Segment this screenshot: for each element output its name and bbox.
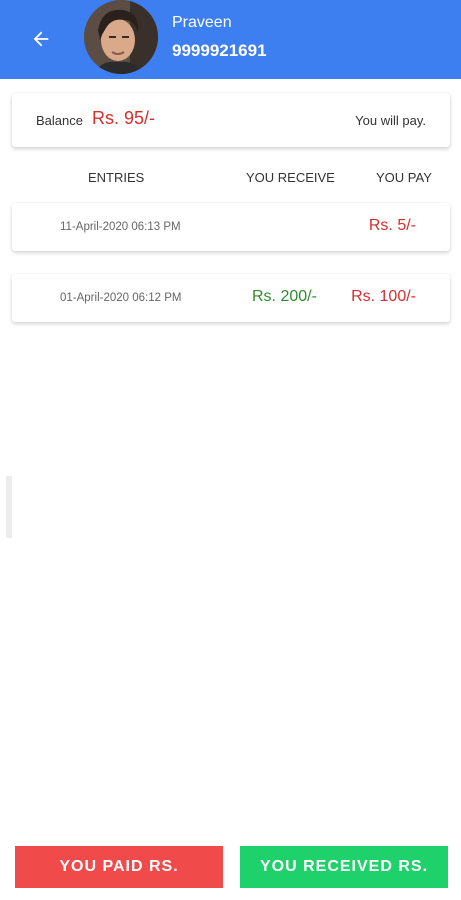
- entry-pay-amount: Rs. 100/-: [351, 288, 416, 305]
- column-header-you-pay: YOU PAY: [376, 170, 432, 185]
- balance-amount: Rs. 95/-: [92, 108, 156, 128]
- column-header-you-receive: YOU RECEIVE: [246, 170, 335, 185]
- balance-card: Balance Rs. 95/- You will pay.: [12, 93, 450, 147]
- balance-label: Balance: [36, 113, 83, 128]
- balance-note: You will pay.: [355, 113, 426, 128]
- arrow-left-icon: [33, 31, 49, 47]
- scroll-indicator[interactable]: [6, 476, 12, 538]
- app-bar: Praveen 9999921691: [0, 0, 461, 79]
- entry-row[interactable]: 01-April-2020 06:12 PM Rs. 200/- Rs. 100…: [12, 274, 450, 322]
- you-paid-button[interactable]: YOU PAID RS.: [15, 846, 223, 888]
- contact-phone: 9999921691: [172, 41, 267, 60]
- column-header-entries: ENTRIES: [88, 170, 145, 185]
- you-received-button[interactable]: YOU RECEIVED RS.: [240, 846, 448, 888]
- back-button[interactable]: [24, 22, 58, 56]
- entry-receive-amount: Rs. 200/-: [252, 288, 317, 305]
- entry-date: 01-April-2020 06:12 PM: [60, 292, 182, 304]
- entry-date: 11-April-2020 06:13 PM: [60, 221, 181, 233]
- avatar-image: [84, 0, 158, 74]
- avatar[interactable]: [84, 0, 158, 74]
- entry-pay-amount: Rs. 5/-: [368, 217, 416, 234]
- entry-row[interactable]: 11-April-2020 06:13 PM Rs. 5/-: [12, 203, 450, 251]
- contact-name: Praveen: [172, 14, 232, 31]
